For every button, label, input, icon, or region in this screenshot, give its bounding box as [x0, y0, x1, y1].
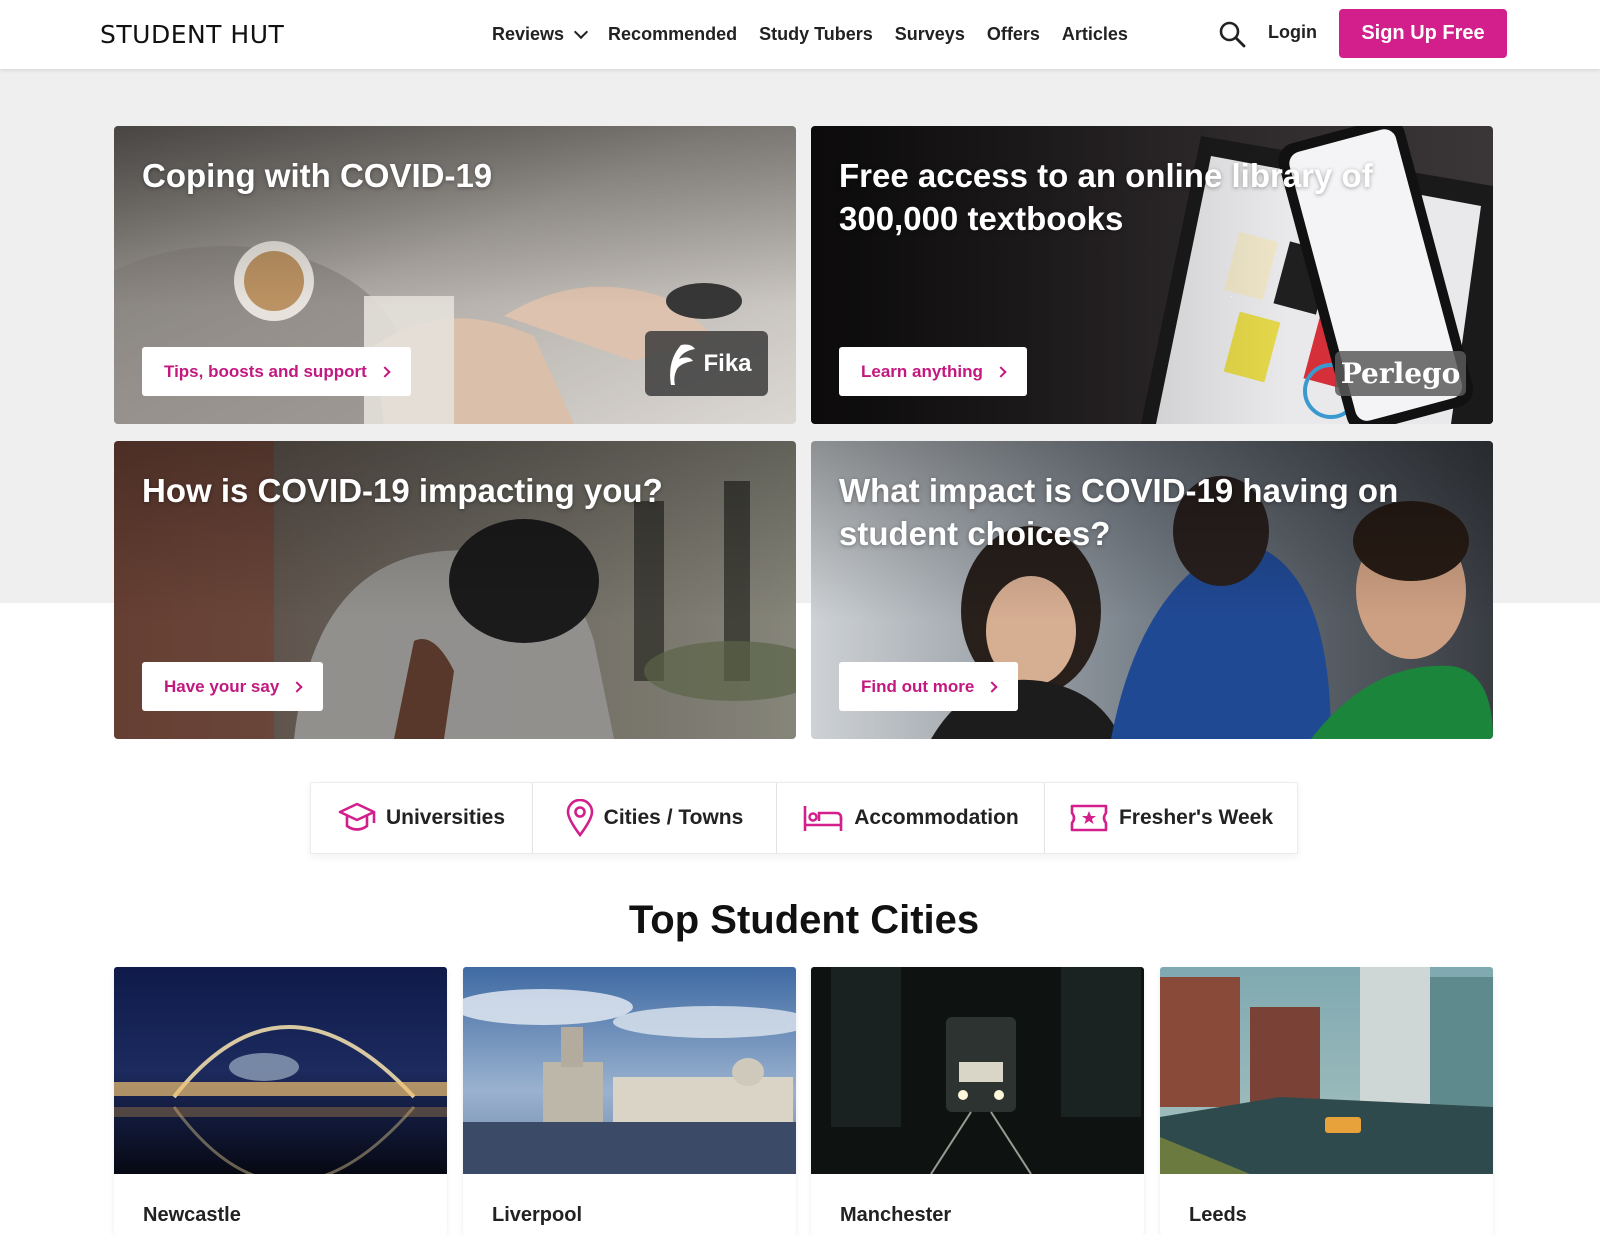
hero-card-library[interactable]: Free access to an online library of 300,… — [811, 126, 1493, 424]
newcastle-image — [114, 967, 447, 1174]
chevron-right-icon — [995, 365, 1007, 378]
sign-up-button[interactable]: Sign Up Free — [1339, 9, 1507, 58]
site-header: STUDENT HUT Reviews Recommended Study Tu… — [0, 0, 1600, 69]
hero-card-choices[interactable]: What impact is COVID-19 having on studen… — [811, 441, 1493, 739]
city-card-liverpool[interactable]: Liverpool — [463, 967, 796, 1235]
fika-wordmark: Fika — [703, 349, 752, 377]
nav-articles[interactable]: Articles — [1062, 24, 1128, 45]
have-your-say-button-label: Have your say — [164, 676, 280, 696]
nav-reviews[interactable]: Reviews — [492, 24, 589, 45]
category-universities[interactable]: Universities — [311, 783, 533, 853]
chevron-down-icon — [573, 24, 589, 39]
liverpool-image — [463, 967, 796, 1174]
chevron-right-icon — [291, 680, 303, 693]
nav-recommended[interactable]: Recommended — [608, 24, 737, 45]
leeds-image — [1160, 967, 1493, 1174]
tips-button[interactable]: Tips, boosts and support — [142, 347, 411, 396]
category-universities-label: Universities — [385, 806, 506, 829]
search-icon[interactable] — [1218, 20, 1246, 48]
category-accommodation-label: Accommodation — [854, 806, 1019, 829]
category-cities[interactable]: Cities / Towns — [533, 783, 777, 853]
have-your-say-button[interactable]: Have your say — [142, 662, 324, 711]
map-pin-icon — [566, 799, 593, 837]
fika-feather-icon — [670, 344, 696, 385]
login-link[interactable]: Login — [1268, 22, 1317, 43]
chevron-right-icon — [986, 680, 998, 693]
perlego-logo: Perlego — [1335, 351, 1466, 396]
category-freshers-week-label: Fresher's Week — [1118, 806, 1274, 829]
hero-card-impact[interactable]: How is COVID-19 impacting you? Have your… — [114, 441, 796, 739]
city-card-newcastle[interactable]: Newcastle — [114, 967, 447, 1235]
find-out-more-button-label: Find out more — [861, 676, 975, 696]
find-out-more-button[interactable]: Find out more — [839, 662, 1019, 711]
manchester-image — [811, 967, 1144, 1174]
category-freshers-week[interactable]: Fresher's Week — [1045, 783, 1297, 853]
hero-card-coping[interactable]: Coping with COVID-19 Tips, boosts and su… — [114, 126, 796, 424]
city-name: Manchester — [840, 1204, 952, 1226]
site-logo[interactable]: STUDENT HUT — [100, 20, 284, 49]
city-name: Liverpool — [492, 1204, 583, 1226]
tips-button-label: Tips, boosts and support — [164, 361, 367, 381]
hero-card-title: How is COVID-19 impacting you? — [142, 472, 663, 509]
learn-anything-button-label: Learn anything — [861, 361, 983, 381]
category-accommodation[interactable]: Accommodation — [777, 783, 1045, 853]
nav-reviews-label: Reviews — [492, 24, 565, 44]
fika-logo: Fika — [645, 331, 768, 396]
nav-study-tubers[interactable]: Study Tubers — [759, 24, 873, 45]
city-card-leeds[interactable]: Leeds — [1160, 967, 1493, 1235]
city-name: Newcastle — [143, 1204, 241, 1226]
hero-card-title: Coping with COVID-19 — [142, 157, 493, 194]
category-cities-label: Cities / Towns — [603, 806, 744, 829]
top-student-cities-heading: Top Student Cities — [628, 898, 980, 942]
learn-anything-button[interactable]: Learn anything — [839, 347, 1027, 396]
graduation-cap-icon — [338, 802, 376, 831]
category-bar: Universities Cities / Towns Accommodatio… — [310, 782, 1298, 854]
main-nav: Reviews Recommended Study Tubers Surveys… — [492, 0, 1150, 69]
ticket-star-icon — [1070, 804, 1108, 832]
city-card-manchester[interactable]: Manchester — [811, 967, 1144, 1235]
chevron-right-icon — [379, 365, 391, 378]
city-name: Leeds — [1189, 1204, 1247, 1226]
hero-card-title: Free access to an online library of 300,… — [839, 157, 1373, 237]
nav-offers[interactable]: Offers — [987, 24, 1040, 45]
hero-card-title: What impact is COVID-19 having on studen… — [839, 472, 1399, 552]
nav-surveys[interactable]: Surveys — [895, 24, 965, 45]
bed-icon — [803, 806, 843, 831]
perlego-wordmark: Perlego — [1340, 357, 1461, 390]
